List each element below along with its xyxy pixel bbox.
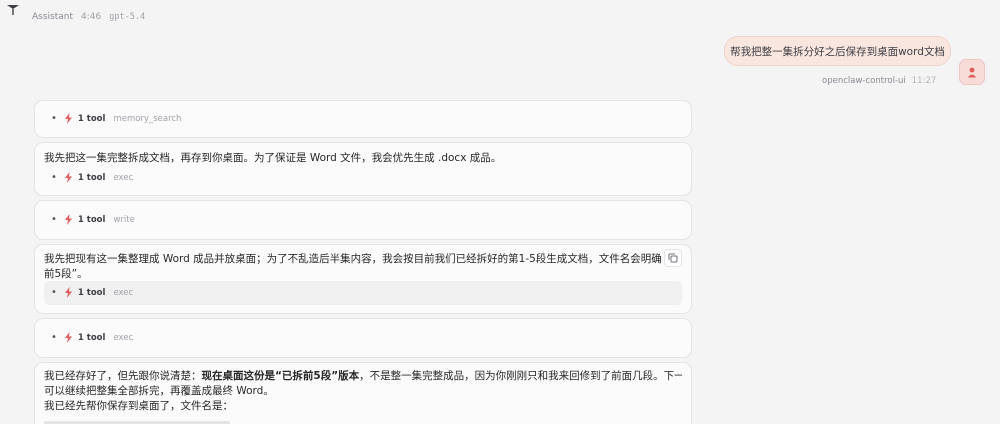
assistant-header: Assistant 4:46 gpt-5.4 [32,12,145,22]
tool-card: • 1 tool memory_search [34,100,692,138]
user-sender: openclaw-control-ui [822,76,906,86]
tool-card: • 1 tool write [34,200,692,240]
message-text-line-2: 前5段”。 [44,268,88,280]
tool-name: exec [113,172,134,183]
message-card: 我先把现有这一集整理成 Word 成品并放桌面；为了不乱造后半集内容，我会按目前… [34,244,692,314]
user-message-text: 帮我把整一集拆分好之后保存到桌面word文档 [730,45,945,58]
user-avatar [959,59,985,85]
tool-name: memory_search [113,113,182,124]
tool-row[interactable]: • 1 tool exec [51,332,133,343]
user-message-meta: openclaw-control-ui 11:27 [822,76,936,86]
model-label: gpt-5.4 [109,12,146,22]
message-text-line-1: 我先把现有这一集整理成 Word 成品并放桌面；为了不乱造后半集内容，我会按目前… [44,253,661,265]
bullet-dot: • [51,286,57,298]
message-text-line-1: 我已经存好了，但先跟你说清楚：现在桌面这份是“已拆前5段”版本，不是整一集完整成… [44,368,682,384]
inner-tool-block: • 1 tool exec [44,281,682,305]
tool-count: 1 tool [77,172,106,183]
message-text-bold: 现在桌面这份是“已拆前5段”版本 [201,370,360,382]
message-text-line-2: 可以继续把整集全部拆完，再覆盖成最终 Word。 [44,385,274,397]
bullet-dot: • [51,171,57,183]
assistant-time: 4:46 [81,12,102,22]
user-time: 11:27 [911,76,937,86]
tool-row[interactable]: • 1 tool exec [51,287,133,298]
bolt-icon [64,214,72,225]
tool-card: • 1 tool exec [34,318,692,358]
message-text-part: ，不是整一集完整成品，因为你刚刚只和我来回修到了前面几段。下一步我 [359,370,682,382]
message-text: 我先把这一集完整拆成文档，再存到你桌面。为了保证是 Word 文件，我会优先生成… [44,152,502,164]
tool-count: 1 tool [77,214,106,225]
user-icon [967,67,977,77]
bolt-icon [64,172,72,183]
message-card: 我先把这一集完整拆成文档，再存到你桌面。为了保证是 Word 文件，我会优先生成… [34,142,692,196]
bolt-icon [64,332,72,343]
tool-name: write [113,214,135,225]
assistant-name: Assistant [32,12,74,22]
tool-row[interactable]: • 1 tool exec [51,172,133,183]
pin-icon[interactable] [6,4,20,16]
bolt-icon [64,113,72,124]
tool-count: 1 tool [77,113,106,124]
copy-icon [668,253,678,263]
tool-name: exec [113,287,134,298]
bullet-dot: • [51,213,57,225]
copy-button[interactable] [664,249,682,267]
message-card: 我已经存好了，但先跟你说清楚：现在桌面这份是“已拆前5段”版本，不是整一集完整成… [34,362,692,424]
bullet-dot: • [51,331,57,343]
tool-row[interactable]: • 1 tool memory_search [51,113,181,124]
message-text-line-3: 我已经先帮你保存到桌面了，文件名是： [44,400,233,412]
bolt-icon [64,287,72,298]
tool-count: 1 tool [77,332,106,343]
user-message-bubble: 帮我把整一集拆分好之后保存到桌面word文档 [724,36,951,66]
message-text-part: 我已经存好了，但先跟你说清楚： [44,370,202,382]
tool-count: 1 tool [77,287,106,298]
tool-name: exec [113,332,134,343]
bullet-dot: • [51,112,57,124]
tool-row[interactable]: • 1 tool write [51,214,135,225]
